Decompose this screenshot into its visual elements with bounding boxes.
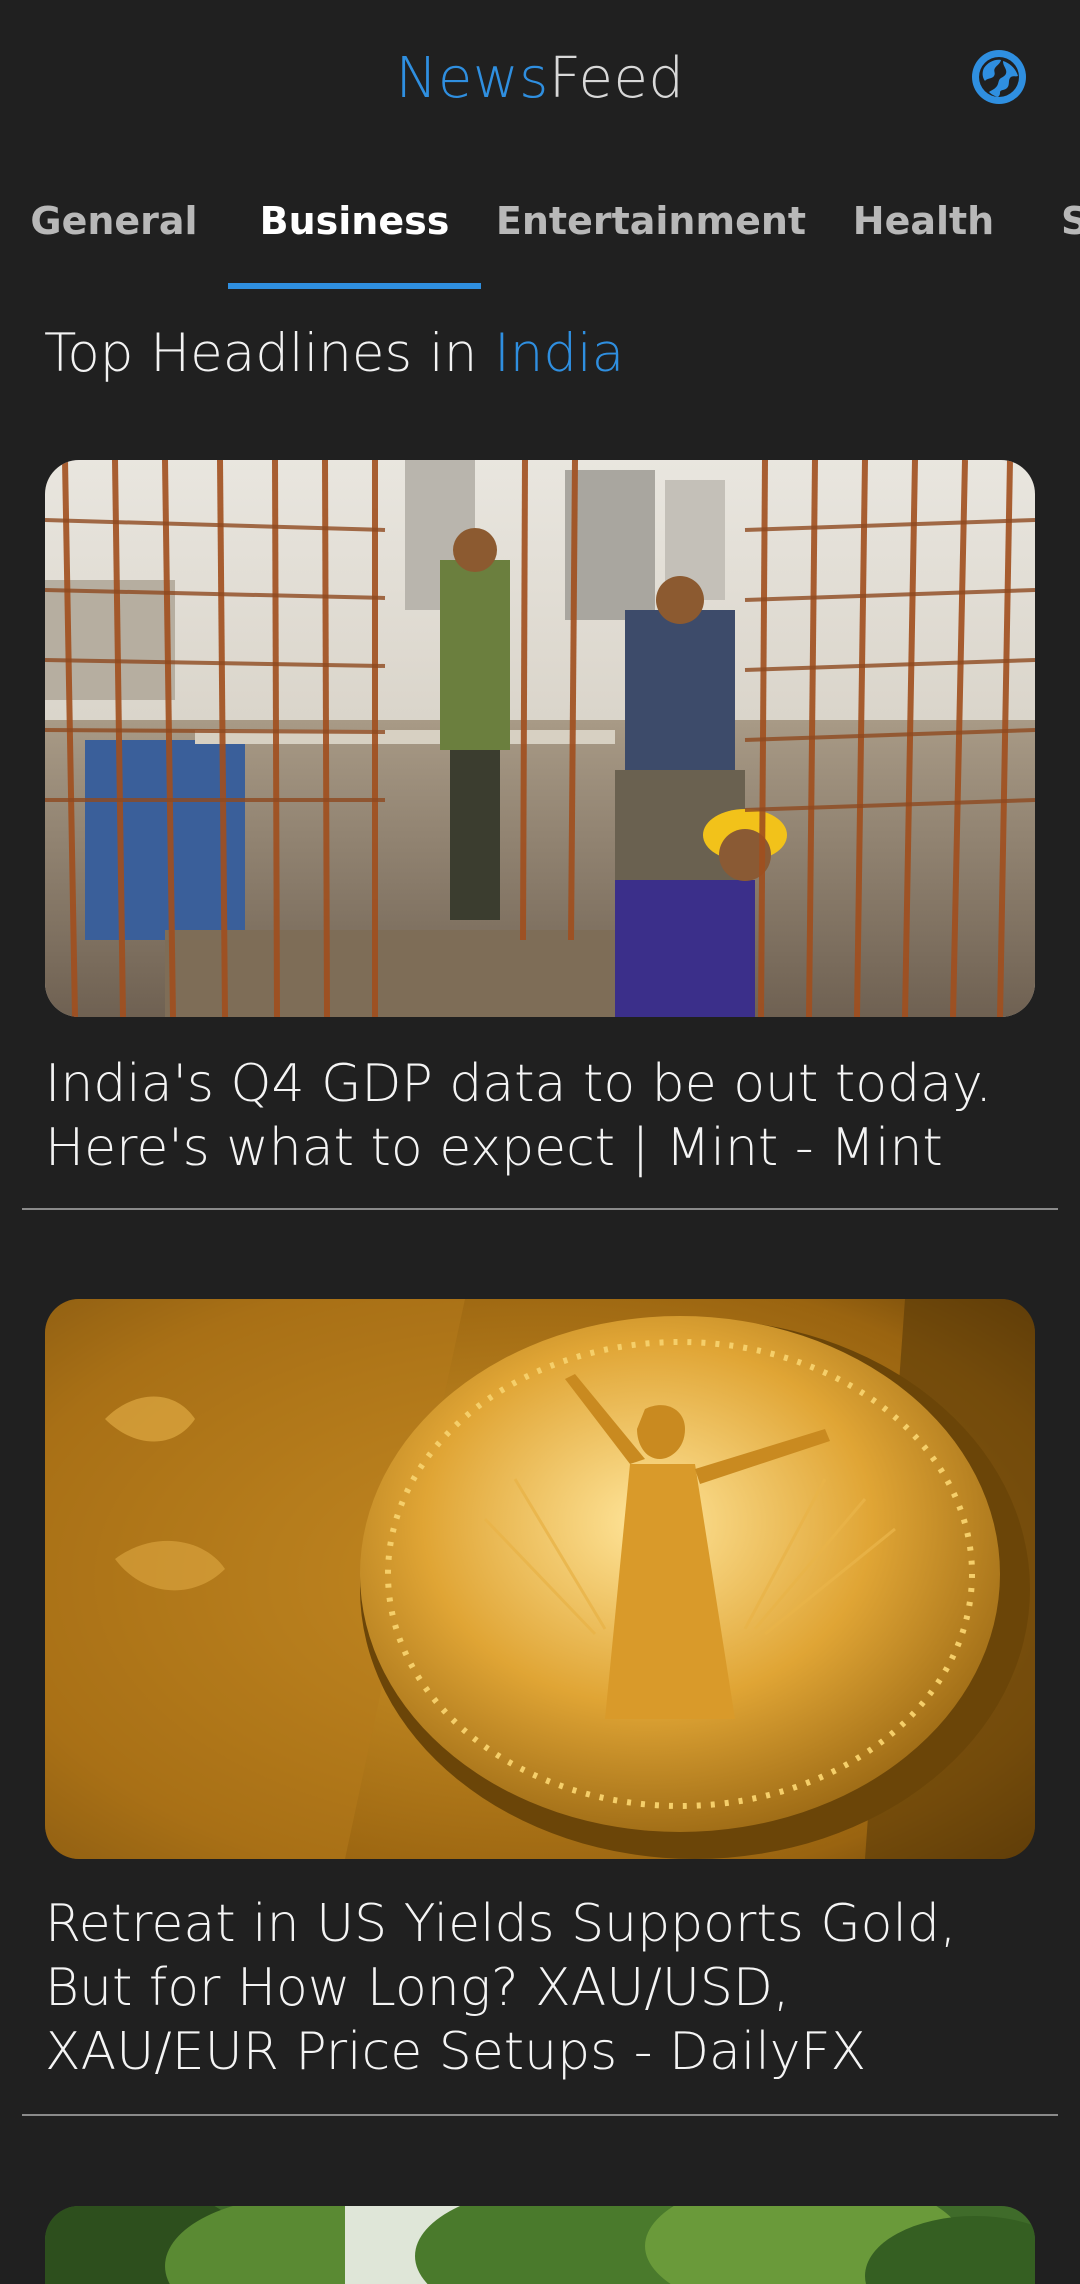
article-image-trees[interactable] — [45, 2206, 1035, 2284]
trees-photo — [45, 2206, 1035, 2284]
category-tabs: General Business Entertainment Health S — [0, 165, 1080, 291]
article-image-gold[interactable] — [45, 1299, 1035, 1859]
app-title-part-news: News — [395, 46, 549, 111]
globe-icon[interactable] — [970, 48, 1028, 106]
construction-workers-photo — [45, 460, 1035, 1017]
tab-general[interactable]: General — [0, 165, 228, 291]
article-title[interactable]: India's Q4 GDP data to be out today. Her… — [45, 1052, 1035, 1180]
article-divider — [22, 1208, 1058, 1210]
section-heading-country[interactable]: India — [494, 323, 624, 384]
article-title[interactable]: Retreat in US Yields Supports Gold, But … — [45, 1892, 1035, 2084]
article-card[interactable]: Retreat in US Yields Supports Gold, But … — [0, 1299, 1080, 2119]
tab-health[interactable]: Health — [821, 165, 1026, 291]
top-app-bar: NewsFeed — [0, 0, 1080, 155]
section-heading: Top Headlines in India — [44, 318, 624, 390]
active-tab-indicator — [228, 283, 481, 289]
article-image-construction[interactable] — [45, 460, 1035, 1017]
app-title: NewsFeed — [0, 44, 1080, 114]
section-heading-prefix: Top Headlines in — [44, 323, 478, 384]
article-divider — [22, 2114, 1058, 2116]
tab-entertainment[interactable]: Entertainment — [481, 165, 821, 291]
tab-business[interactable]: Business — [228, 165, 481, 291]
app-title-part-feed: Feed — [548, 46, 685, 111]
article-card[interactable]: India's Q4 GDP data to be out today. Her… — [0, 460, 1080, 1210]
news-feed-screen: NewsFeed General Business Entertainment … — [0, 0, 1080, 2284]
tab-partial[interactable]: S — [1061, 165, 1080, 291]
gold-coin-photo — [45, 1299, 1035, 1859]
article-card[interactable] — [0, 2206, 1080, 2284]
